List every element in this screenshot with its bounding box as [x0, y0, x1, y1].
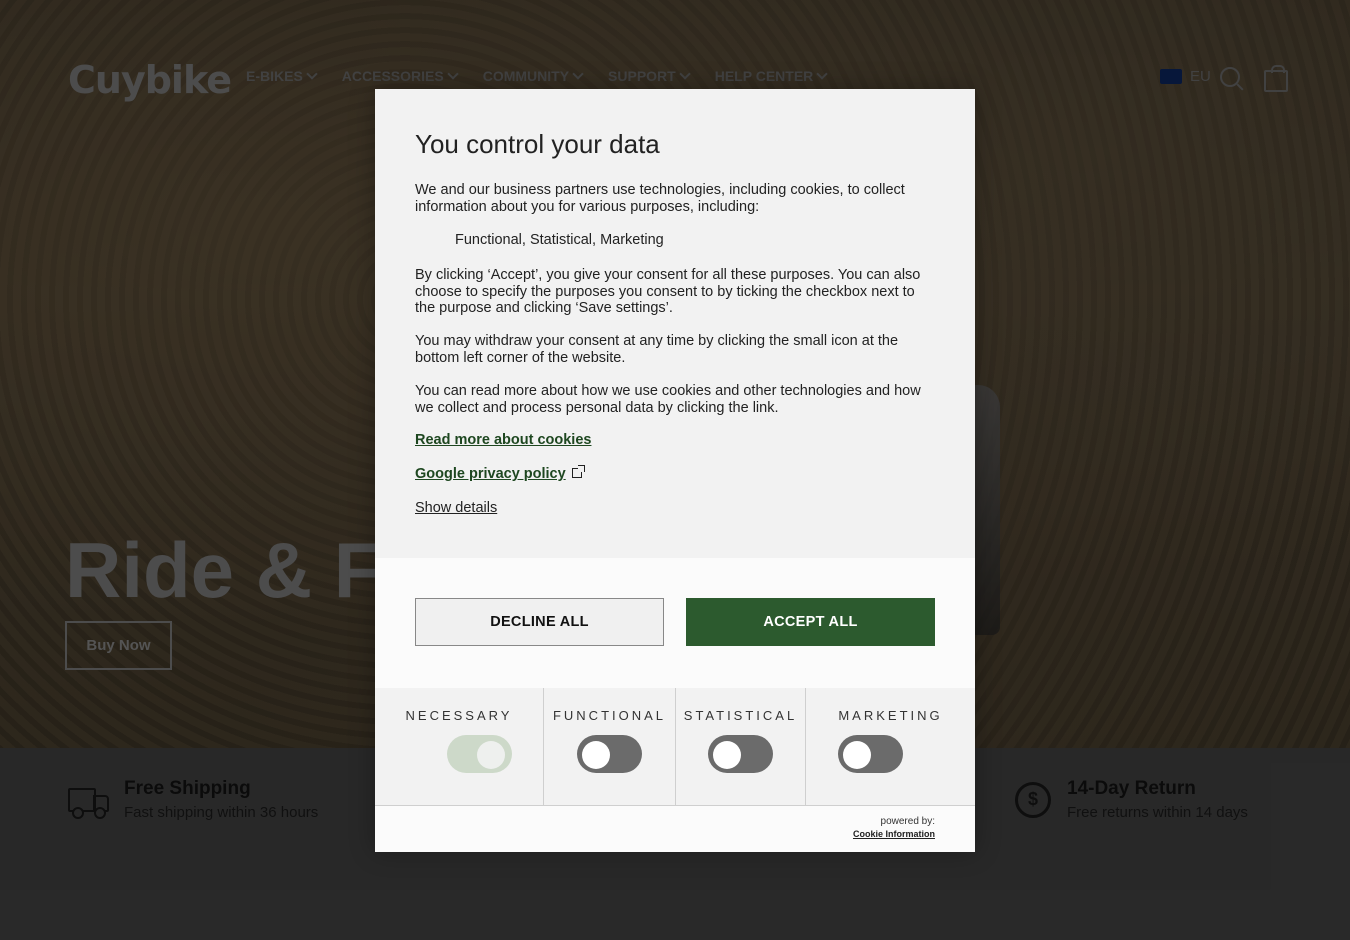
category-functional: FUNCTIONAL — [544, 688, 676, 805]
google-privacy-policy-link[interactable]: Google privacy policy — [415, 465, 585, 482]
category-label: MARKETING — [838, 708, 943, 723]
consent-title: You control your data — [415, 129, 660, 159]
accept-all-button[interactable]: ACCEPT ALL — [686, 598, 935, 646]
consent-intro: We and our business partners use technol… — [415, 182, 905, 215]
category-label: NECESSARY — [405, 708, 513, 723]
consent-category-toggles: NECESSARY FUNCTIONAL STATISTICAL MARKETI… — [375, 688, 975, 805]
decline-all-button[interactable]: DECLINE ALL — [415, 598, 664, 646]
cookie-information-link[interactable]: Cookie Information — [853, 829, 935, 839]
statistical-toggle[interactable] — [708, 735, 773, 773]
functional-toggle[interactable] — [577, 735, 642, 773]
consent-paragraph-withdraw: You may withdraw your consent at any tim… — [415, 333, 899, 366]
category-label: STATISTICAL — [683, 708, 798, 723]
category-necessary: NECESSARY — [375, 688, 544, 805]
category-statistical: STATISTICAL — [676, 688, 806, 805]
marketing-toggle[interactable] — [838, 735, 903, 773]
google-privacy-policy-label: Google privacy policy — [415, 466, 566, 482]
consent-purposes: Functional, Statistical, Marketing — [455, 232, 664, 248]
category-label: FUNCTIONAL — [552, 708, 667, 723]
cookie-consent-dialog: You control your data We and our busines… — [375, 89, 975, 852]
consent-button-area: DECLINE ALL ACCEPT ALL — [375, 558, 975, 688]
consent-paragraph-accept: By clicking ‘Accept’, you give your cons… — [415, 267, 921, 316]
read-more-cookies-link[interactable]: Read more about cookies — [415, 432, 591, 448]
category-marketing: MARKETING — [806, 688, 975, 805]
powered-by-footer: powered by: Cookie Information — [375, 805, 975, 852]
show-details-link[interactable]: Show details — [415, 500, 497, 516]
powered-by-label: powered by: — [880, 816, 935, 827]
external-link-icon — [571, 465, 585, 478]
necessary-toggle — [447, 735, 512, 773]
consent-paragraph-read-more: You can read more about how we use cooki… — [415, 383, 921, 416]
